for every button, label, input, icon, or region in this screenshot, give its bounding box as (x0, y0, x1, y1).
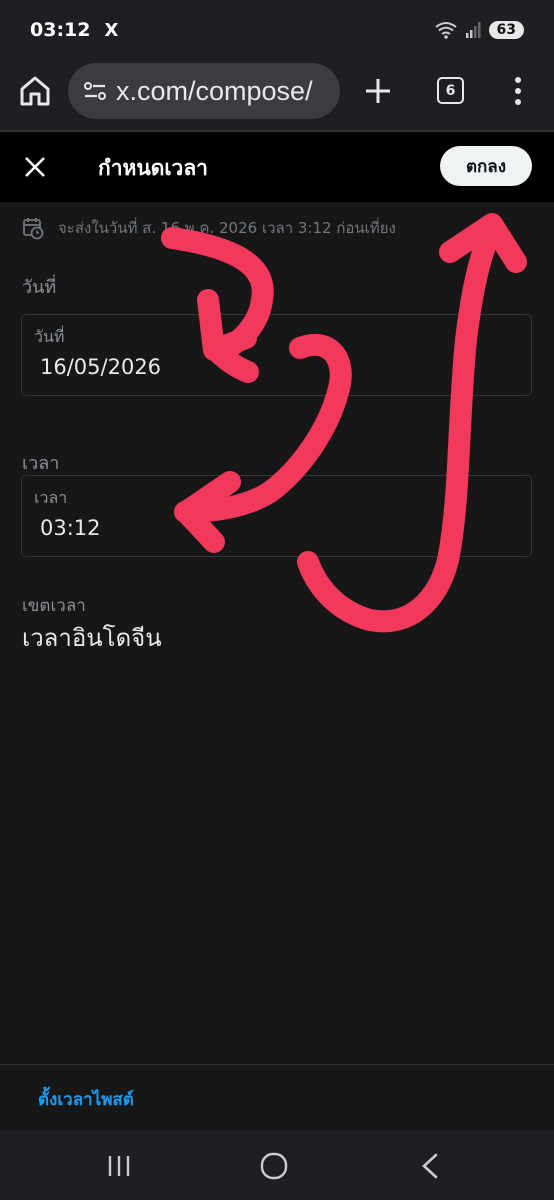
tab-switcher-button[interactable]: 6 (437, 77, 464, 104)
new-tab-icon[interactable] (362, 75, 394, 107)
status-icons: 63 (434, 21, 524, 39)
date-field-label: วันที่ (34, 327, 65, 346)
status-bar: 03:12 X 63 (0, 0, 554, 60)
page-title: กำหนดเวลา (98, 156, 208, 180)
system-nav-bar (0, 1130, 554, 1200)
home-nav-icon[interactable] (260, 1150, 288, 1182)
site-settings-icon[interactable] (82, 78, 108, 104)
schedule-summary: จะส่งในวันที่ ส. 16 พ.ค. 2026 เวลา 3:12 … (22, 216, 396, 240)
time-field[interactable]: เวลา 03:12 (21, 475, 532, 557)
date-field[interactable]: วันที่ 16/05/2026 (21, 314, 532, 396)
calendar-clock-icon (23, 218, 44, 240)
divider (0, 1064, 554, 1065)
close-icon[interactable] (22, 154, 48, 180)
time-field-label: เวลา (34, 488, 68, 507)
annotation-arrow-3 (297, 217, 503, 633)
date-field-value: 16/05/2026 (40, 355, 162, 379)
back-icon[interactable] (418, 1152, 442, 1180)
time-field-value: 03:12 (40, 516, 101, 540)
wifi-icon (434, 22, 457, 39)
recents-icon[interactable] (104, 1154, 134, 1178)
x-app-icon: X (104, 19, 119, 41)
battery-badge: 63 (488, 21, 524, 39)
schedule-summary-text: จะส่งในวันที่ ส. 16 พ.ค. 2026 เวลา 3:12 … (58, 219, 396, 237)
status-time: 03:12 (30, 19, 91, 41)
timezone-label: เขตเวลา (22, 596, 86, 616)
annotation-arrow-3-head (439, 213, 527, 273)
time-section-label: เวลา (22, 453, 60, 474)
date-section-label: วันที่ (22, 277, 57, 298)
browser-toolbar: x.com/compose/ 6 (0, 60, 554, 130)
more-options-icon[interactable] (508, 75, 528, 107)
confirm-button[interactable]: ตกลง (440, 146, 532, 186)
address-bar[interactable]: x.com/compose/ (68, 63, 340, 119)
scheduled-posts-link[interactable]: ตั้งเวลาไพสต์ (38, 1086, 134, 1113)
timezone-value: เวลาอินโดจีน (22, 624, 162, 652)
tab-count: 6 (445, 82, 456, 99)
schedule-header: กำหนดเวลา ตกลง (0, 132, 554, 202)
signal-icon (465, 22, 481, 38)
url-text: x.com/compose/ (116, 75, 313, 106)
home-icon[interactable] (18, 74, 52, 108)
